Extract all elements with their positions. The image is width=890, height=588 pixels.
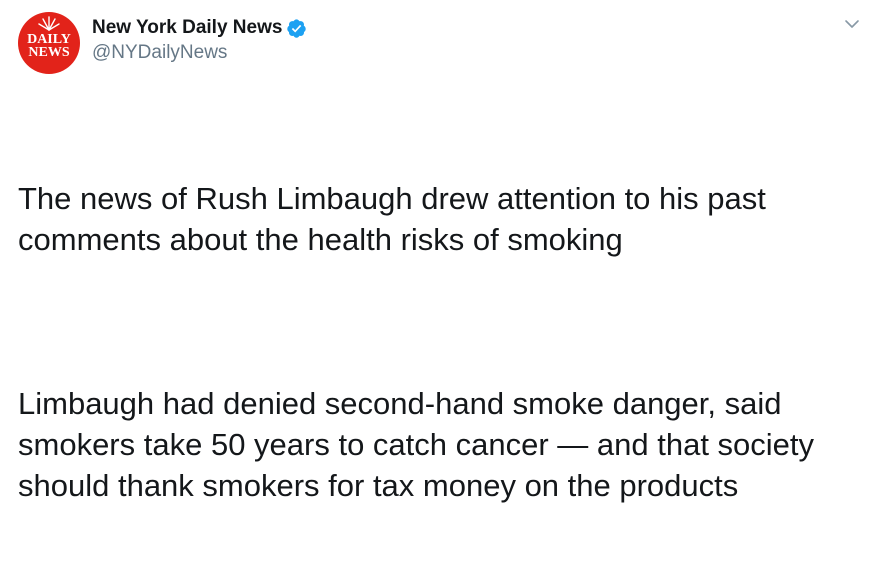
- tweet-header: DAILY NEWS New York Daily News @NYDailyN…: [18, 12, 307, 74]
- verified-badge-icon: [287, 18, 307, 38]
- tweet-paragraph-2: Limbaugh had denied second-hand smoke da…: [18, 386, 823, 503]
- account-handle[interactable]: @NYDailyNews: [92, 42, 307, 64]
- display-name[interactable]: New York Daily News: [92, 17, 282, 39]
- avatar-logo-line2: NEWS: [28, 45, 70, 60]
- tweet-paragraph-1: The news of Rush Limbaugh drew attention…: [18, 181, 775, 257]
- name-row: New York Daily News: [92, 17, 307, 39]
- tweet-card: DAILY NEWS New York Daily News @NYDailyN…: [0, 0, 890, 503]
- chevron-down-icon[interactable]: [842, 14, 862, 34]
- account-names: New York Daily News @NYDailyNews: [92, 17, 307, 64]
- tweet-text: The news of Rush Limbaugh drew attention…: [18, 96, 868, 588]
- avatar[interactable]: DAILY NEWS: [18, 12, 80, 74]
- logo-sunburst-icon: [38, 16, 60, 31]
